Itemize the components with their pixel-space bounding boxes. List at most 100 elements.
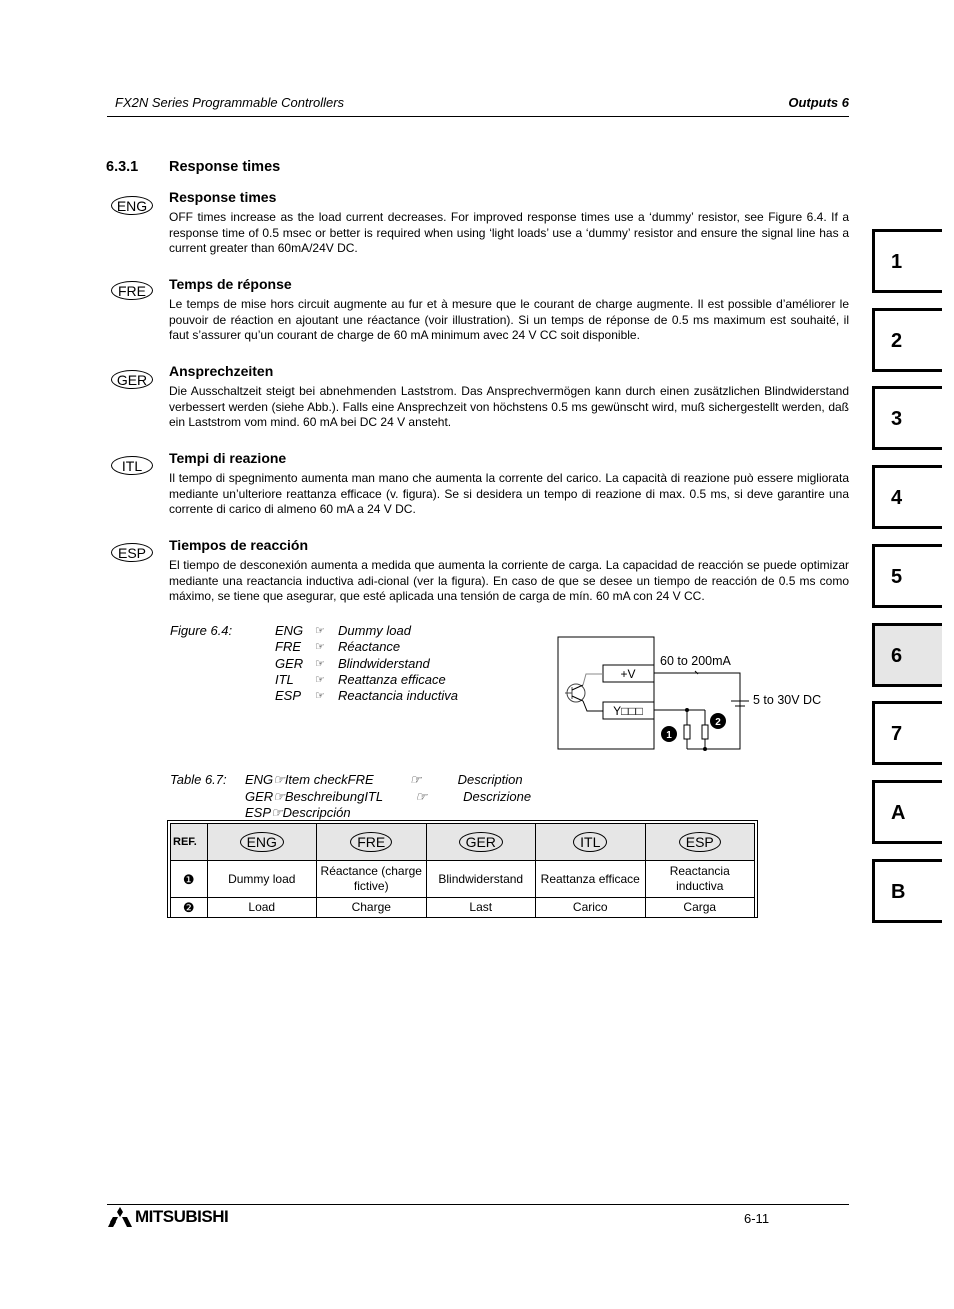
tab-label: 7 bbox=[891, 723, 903, 745]
lang-block-eng: Response times OFF times increase as the… bbox=[169, 189, 849, 257]
chapter-tab-1[interactable]: 1 bbox=[872, 229, 942, 293]
chapter-tab-5[interactable]: 5 bbox=[872, 544, 942, 608]
lang-code: ENG bbox=[275, 623, 304, 638]
tab-label: 5 bbox=[891, 566, 903, 588]
tab-label: B bbox=[891, 881, 906, 903]
marker-2-label: 2 bbox=[715, 717, 721, 728]
output-terminal-label: Y□□□ bbox=[613, 704, 643, 718]
pointing-hand-icon: ☞ bbox=[315, 625, 325, 637]
header-eng: ENG bbox=[239, 832, 284, 852]
table-cell: Dummy load bbox=[206, 860, 317, 898]
tab-label: 2 bbox=[891, 330, 903, 352]
header-itl: ITL bbox=[573, 832, 608, 852]
transistor-icon bbox=[565, 673, 603, 712]
header-ger: GER bbox=[458, 832, 503, 852]
tab-label: 6 bbox=[891, 645, 903, 667]
legend-label: Dummy load bbox=[338, 623, 411, 638]
lang-heading: Tiempos de reacción bbox=[169, 537, 309, 553]
lang-text: Die Ausschaltzeit steigt bei abnehmenden… bbox=[169, 384, 849, 430]
lang-heading: Tempi di reazione bbox=[169, 450, 287, 466]
chapter-label: Outputs 6 bbox=[788, 95, 849, 110]
lang-block-fre: Temps de réponse Le temps de mise hors c… bbox=[169, 276, 849, 344]
tab-label: 1 bbox=[891, 251, 903, 273]
table-cell: Load bbox=[206, 897, 317, 918]
three-diamonds-icon bbox=[108, 1207, 132, 1227]
legend-label: Reactancia inductiva bbox=[338, 688, 458, 704]
table-caption-lines: ENG☞Item checkFRE ☞ Description GER☞Besc… bbox=[245, 772, 531, 822]
lang-text: OFF times increase as the load current d… bbox=[169, 210, 849, 256]
chapter-tab-4[interactable]: 4 bbox=[872, 465, 942, 529]
lang-code: FRE bbox=[275, 639, 301, 655]
pointing-hand-icon: ☞ bbox=[315, 641, 325, 654]
row-ref: ❶ bbox=[170, 860, 208, 898]
figure-legend-row: ITL ☞ Reattanza efficace bbox=[275, 672, 458, 688]
table-cell: Carico bbox=[535, 897, 646, 918]
table-row: ❶ Dummy load Réactance (charge fictive) … bbox=[170, 860, 755, 898]
lang-code: ESP bbox=[275, 688, 302, 704]
table-header-row: REF. ENG FRE GER ITL ESP bbox=[170, 823, 755, 861]
chapter-tab-3[interactable]: 3 bbox=[872, 386, 942, 450]
legend-label: Blindwiderstand bbox=[338, 655, 430, 671]
lang-heading: Ansprechzeiten bbox=[169, 363, 274, 379]
lang-code: GER bbox=[275, 655, 304, 671]
header-fre: FRE bbox=[350, 832, 393, 852]
lang-text: Il tempo di spegnimento aumenta man mano… bbox=[169, 471, 849, 517]
header-ref: REF. bbox=[170, 823, 208, 861]
lang-badge-esp: ESP bbox=[111, 543, 153, 562]
pointing-hand-icon: ☞ bbox=[315, 673, 325, 686]
reference-table: REF. ENG FRE GER ITL ESP ❶ Dummy load Ré… bbox=[167, 820, 758, 918]
figure-caption: Figure 6.4: bbox=[170, 623, 233, 638]
figure-legend: ENG ☞ Dummy load FRE ☞ Réactance GER ☞ Blindwi… bbox=[275, 623, 458, 704]
brand-name: MITSUBISHI bbox=[135, 1207, 229, 1226]
row-ref: ❷ bbox=[170, 897, 208, 918]
dummy-resistor bbox=[683, 724, 691, 740]
marker-1-label: 1 bbox=[666, 730, 672, 741]
table-cell: Réactance (charge fictive) bbox=[316, 860, 427, 898]
caption-line: ENG☞Item checkFRE ☞ Description bbox=[245, 772, 523, 787]
tab-label: A bbox=[891, 802, 906, 824]
lang-badge-ger: GER bbox=[111, 370, 153, 389]
chapter-tab-7[interactable]: 7 bbox=[872, 701, 942, 765]
lang-heading: Temps de réponse bbox=[169, 276, 292, 292]
table-cell: Blindwiderstand bbox=[425, 860, 536, 898]
section-number: 6.3.1 bbox=[106, 159, 139, 175]
figure-legend-row: GER ☞ Blindwiderstand bbox=[275, 656, 458, 672]
table-row: ❷ Load Charge Last Carico Carga bbox=[170, 897, 755, 918]
header-esp: ESP bbox=[678, 832, 721, 852]
lang-badge-eng: ENG bbox=[111, 196, 153, 215]
lang-code: ITL bbox=[275, 671, 294, 687]
lang-block-esp: Tiempos de reacción El tiempo de descone… bbox=[169, 537, 849, 605]
table-cell: Reactancia inductiva bbox=[644, 860, 755, 898]
voltage-label: 5 to 30V DC bbox=[753, 693, 821, 707]
mitsubishi-logo: MITSUBISHI bbox=[108, 1207, 229, 1227]
chapter-tab-b[interactable]: B bbox=[872, 859, 942, 923]
chapter-tab-6[interactable]: 6 bbox=[872, 623, 942, 687]
lang-block-ger: Ansprechzeiten Die Ausschaltzeit steigt … bbox=[169, 363, 849, 431]
page-number: 6-11 bbox=[744, 1211, 770, 1226]
circuit-diagram: +V Y□□□ 1 2 60 to 200mA 5 to 30V DC bbox=[557, 636, 821, 751]
lang-text: El tiempo de desconexión aumenta a medid… bbox=[169, 558, 849, 604]
load-resistor bbox=[701, 724, 709, 740]
lang-heading: Response times bbox=[169, 189, 277, 205]
tab-label: 3 bbox=[891, 408, 903, 430]
document-title: FX2N Series Programmable Controllers bbox=[115, 95, 345, 110]
pointing-hand-icon: ☞ bbox=[315, 657, 325, 670]
current-label: 60 to 200mA bbox=[660, 654, 732, 668]
chapter-tab-2[interactable]: 2 bbox=[872, 308, 942, 372]
section-title: Response times bbox=[169, 159, 281, 175]
table-cell: Charge bbox=[316, 897, 427, 918]
lang-text: Le temps de mise hors circuit augmente a… bbox=[169, 297, 849, 343]
header-divider bbox=[107, 116, 849, 117]
table-cell: Last bbox=[425, 897, 536, 918]
lang-badge-fre: FRE bbox=[111, 281, 153, 300]
plus-v-label: +V bbox=[620, 667, 635, 681]
supply-wire bbox=[654, 672, 741, 706]
figure-legend-row: ESP ☞ Reactancia inductiva bbox=[275, 688, 458, 704]
lang-block-itl: Tempi di reazione Il tempo di spegniment… bbox=[169, 450, 849, 518]
lang-badge-itl: ITL bbox=[111, 456, 153, 475]
table-cell: Reattanza efficace bbox=[535, 860, 646, 898]
figure-legend-row: FRE ☞ Réactance bbox=[275, 639, 458, 655]
table-cell: Carga bbox=[644, 897, 755, 918]
table-caption: Table 6.7: bbox=[170, 772, 227, 787]
chapter-tab-a[interactable]: A bbox=[872, 780, 942, 844]
